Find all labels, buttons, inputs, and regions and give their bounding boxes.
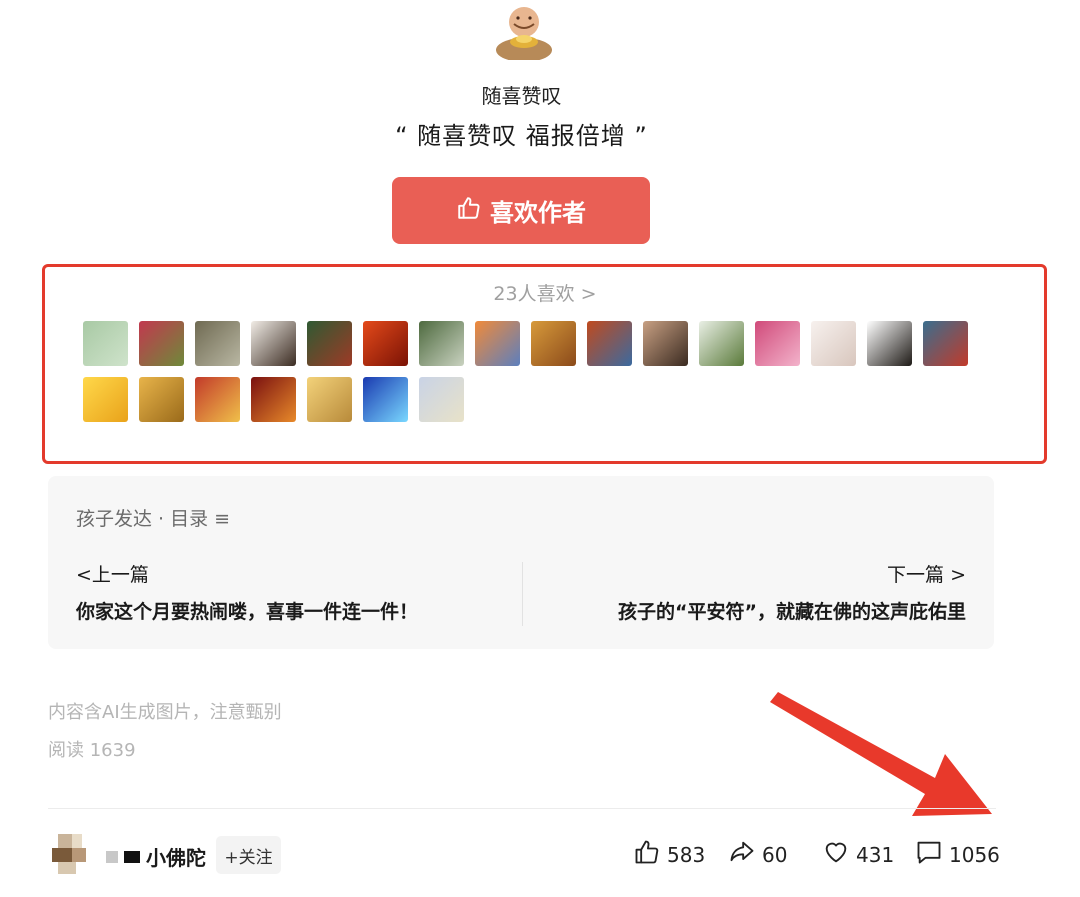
liker-avatar[interactable] [531,321,576,366]
share-count: 60 [762,842,788,867]
liker-avatar[interactable] [83,377,128,422]
liker-avatar[interactable] [811,321,856,366]
share-arrow-icon [728,838,756,871]
comment-count: 1056 [949,842,1000,867]
heart-icon [822,838,850,871]
share-button[interactable]: 60 [728,838,787,871]
ai-content-notice: 内容含AI生成图片，注意甄别 [48,702,282,723]
author-avatar[interactable] [492,0,556,62]
like-button[interactable]: 583 [633,838,705,871]
account-avatar[interactable] [48,830,100,878]
likers-count-link[interactable]: 23人喜欢 > [45,279,1045,306]
follow-button[interactable]: +关注 [216,836,281,874]
liker-avatar[interactable] [307,377,352,422]
liker-avatar[interactable] [587,321,632,366]
liker-avatar[interactable] [307,321,352,366]
likers-avatar-grid [83,321,983,422]
series-navigation-card: 孩子发达 · 目录 ≡ <上一篇 你家这个月要热闹喽，喜事一件连一件！ 下一篇 … [48,476,994,649]
favorite-count: 431 [856,842,895,867]
thumb-up-icon [456,195,482,227]
liker-avatar[interactable] [195,377,240,422]
like-author-label: 喜欢作者 [490,199,586,227]
author-quote: “ 随喜赞叹 福报倍增 ” [395,122,648,150]
account-name[interactable]: 小佛陀 [106,842,206,871]
annotation-arrow-icon [770,692,992,816]
liker-avatar[interactable] [419,377,464,422]
liker-avatar[interactable] [139,377,184,422]
prev-article-title[interactable]: 你家这个月要热闹喽，喜事一件连一件！ [76,597,418,624]
liker-avatar[interactable] [419,321,464,366]
comment-button[interactable]: 1056 [915,838,1000,871]
liker-avatar[interactable] [195,321,240,366]
favorite-button[interactable]: 431 [822,838,894,871]
liker-avatar[interactable] [475,321,520,366]
liker-avatar[interactable] [363,321,408,366]
liker-avatar[interactable] [867,321,912,366]
redacted-block [124,850,140,863]
liker-avatar[interactable] [755,321,800,366]
prev-article-label[interactable]: <上一篇 [76,560,149,587]
read-count: 阅读 1639 [48,740,136,761]
comment-bubble-icon [915,838,943,871]
liker-avatar[interactable] [139,321,184,366]
author-name[interactable]: 随喜赞叹 [0,80,1043,109]
redacted-block [106,850,118,863]
liker-avatar[interactable] [699,321,744,366]
footer-divider [48,808,996,809]
liker-avatar[interactable] [643,321,688,366]
like-count: 583 [667,842,706,867]
next-article-title[interactable]: 孩子的“平安符”，就藏在佛的这声庇佑里 [618,597,966,624]
next-article-label[interactable]: 下一篇 > [887,560,966,587]
liker-avatar[interactable] [251,377,296,422]
liker-avatar[interactable] [363,377,408,422]
liker-avatar[interactable] [923,321,968,366]
account-name-text: 小佛陀 [146,846,206,870]
liker-avatar[interactable] [83,321,128,366]
liker-avatar[interactable] [251,321,296,366]
nav-divider [522,562,523,626]
thumb-up-icon [633,838,661,871]
like-author-button[interactable]: 喜欢作者 [392,177,650,244]
series-catalog-link[interactable]: 孩子发达 · 目录 ≡ [76,504,230,531]
likers-panel: 23人喜欢 > [42,264,1047,464]
